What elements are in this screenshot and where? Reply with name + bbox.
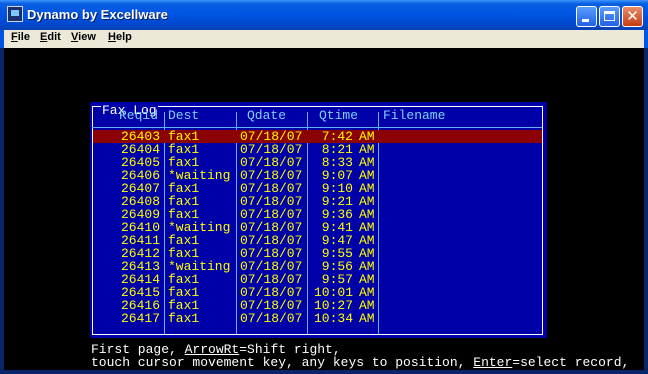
table-row[interactable]: 26412 fax1 07/18/07 9:55 AM	[93, 247, 542, 260]
minimize-button[interactable]	[576, 6, 597, 27]
table-row[interactable]: 26408 fax1 07/18/07 9:21 AM	[93, 195, 542, 208]
table-row[interactable]: 26413 *waiting 07/18/07 9:56 AM	[93, 260, 542, 273]
help-key-enter: Enter	[473, 355, 513, 370]
cell-dest: fax1	[168, 311, 200, 326]
menu-help[interactable]: Help	[108, 31, 132, 43]
title-bar[interactable]: Dynamo by Excellware ✕	[0, 0, 648, 30]
table-row[interactable]: 26404 fax1 07/18/07 8:21 AM	[93, 143, 542, 156]
table-row[interactable]: 26403 fax1 07/18/07 7:42 AM	[93, 130, 542, 143]
menu-file[interactable]: File	[11, 31, 30, 43]
table-row[interactable]: 26411 fax1 07/18/07 9:47 AM	[93, 234, 542, 247]
table-row[interactable]: 26407 fax1 07/18/07 9:10 AM	[93, 182, 542, 195]
maximize-icon	[604, 11, 615, 21]
app-icon[interactable]	[7, 6, 23, 22]
cell-qtime: 10:34	[313, 311, 353, 326]
window-title: Dynamo by Excellware	[27, 7, 168, 22]
column-header-qdate: Qdate	[247, 108, 287, 123]
help-text: =select record,	[512, 355, 630, 370]
column-header-qtime: Qtime	[319, 108, 359, 123]
menu-bar: File Edit View Help	[0, 30, 648, 48]
fax-log-panel: Fax Log Reqid Dest Qdate Qtime Filename …	[90, 102, 547, 338]
column-header-filename: Filename	[383, 108, 446, 123]
column-header-reqid: Reqid	[119, 108, 159, 123]
cell-qdate: 07/18/07	[240, 311, 303, 326]
table-row[interactable]: 26409 fax1 07/18/07 9:36 AM	[93, 208, 542, 221]
help-text: touch cursor movement key, any keys to p…	[91, 355, 474, 370]
table-row[interactable]: 26405 fax1 07/18/07 8:33 AM	[93, 156, 542, 169]
menu-edit[interactable]: Edit	[40, 31, 61, 43]
help-line-2: touch cursor movement key, any keys to p…	[91, 356, 629, 369]
table-row[interactable]: 26417 fax1 07/18/07 10:34 AM	[93, 312, 542, 325]
menu-view[interactable]: View	[71, 31, 96, 43]
cell-ampm: AM	[359, 311, 375, 326]
maximize-button[interactable]	[599, 6, 620, 27]
minimize-icon	[582, 19, 589, 22]
table-row[interactable]: 26410 *waiting 07/18/07 9:41 AM	[93, 221, 542, 234]
app-window: Dynamo by Excellware ✕ File Edit View He…	[0, 0, 648, 374]
terminal-screen[interactable]: Fax Log Reqid Dest Qdate Qtime Filename …	[4, 48, 644, 370]
cell-reqid: 26417	[120, 311, 160, 326]
header-separator	[92, 127, 542, 128]
table-row[interactable]: 26406 *waiting 07/18/07 9:07 AM	[93, 169, 542, 182]
close-button[interactable]: ✕	[622, 6, 643, 27]
column-header-dest: Dest	[168, 108, 200, 123]
close-icon: ✕	[626, 7, 639, 25]
